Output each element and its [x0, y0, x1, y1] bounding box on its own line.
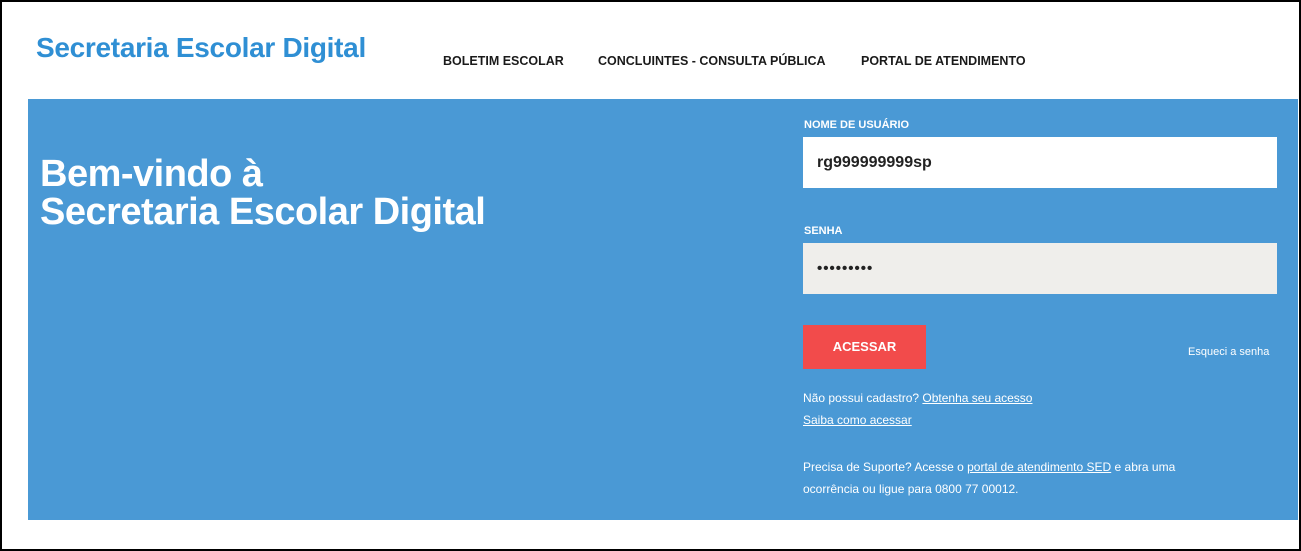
support-line-1: Precisa de Suporte? Acesse o portal de a… — [803, 457, 1175, 478]
forgot-password-link[interactable]: Esqueci a senha — [1188, 346, 1269, 358]
how-to-access-link[interactable]: Saiba como acessar — [803, 413, 912, 427]
username-label: NOME DE USUÁRIO — [804, 119, 910, 131]
top-header: Secretaria Escolar Digital BOLETIM ESCOL… — [2, 2, 1299, 98]
no-account-text: Não possui cadastro? — [803, 391, 923, 405]
support-suffix-text: e abra uma — [1111, 460, 1176, 474]
login-submit-button[interactable]: ACESSAR — [803, 325, 926, 369]
welcome-line-2: Secretaria Escolar Digital — [40, 191, 486, 233]
support-line-2: ocorrência ou ligue para 0800 77 00012. — [803, 482, 1019, 496]
support-prefix-text: Precisa de Suporte? Acesse o — [803, 460, 968, 474]
site-brand-title[interactable]: Secretaria Escolar Digital — [36, 32, 366, 64]
support-portal-link[interactable]: portal de atendimento SED — [967, 460, 1111, 474]
nav-item-concluintes[interactable]: CONCLUINTES - CONSULTA PÚBLICA — [598, 54, 826, 68]
password-label: SENHA — [804, 225, 843, 237]
password-input[interactable] — [803, 243, 1277, 294]
no-account-line: Não possui cadastro? Obtenha seu acesso — [803, 388, 1032, 409]
username-input[interactable] — [803, 137, 1277, 188]
hero-banner: Bem-vindo à Secretaria Escolar Digital N… — [28, 99, 1298, 520]
how-access-line: Saiba como acessar — [803, 410, 912, 431]
welcome-heading: Bem-vindo à Secretaria Escolar Digital — [40, 153, 486, 233]
get-access-link[interactable]: Obtenha seu acesso — [922, 391, 1032, 405]
nav-item-boletim-escolar[interactable]: BOLETIM ESCOLAR — [443, 54, 564, 68]
welcome-line-1: Bem-vindo à — [40, 153, 263, 195]
nav-item-portal-atendimento[interactable]: PORTAL DE ATENDIMENTO — [861, 54, 1026, 68]
